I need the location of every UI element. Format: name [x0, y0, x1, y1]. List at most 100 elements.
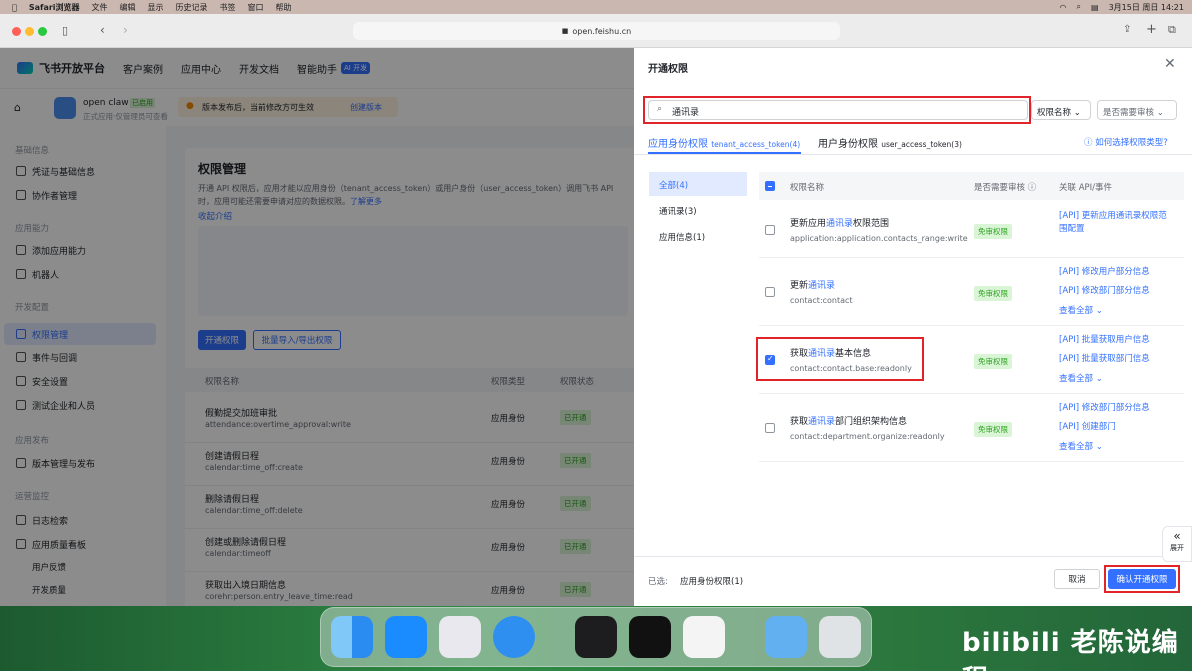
menu-history[interactable]: 历史记录 — [176, 2, 208, 13]
apple-icon[interactable]:  — [12, 3, 17, 12]
forward-icon[interactable]: › — [123, 23, 128, 37]
share-icon[interactable]: ⇪ — [1123, 24, 1131, 35]
title-pre: 获取 — [790, 417, 809, 427]
finder-icon[interactable] — [331, 616, 373, 658]
api-link[interactable]: [API] 创建部门 — [1059, 421, 1174, 434]
chevron-down-icon: ⌄ — [1095, 306, 1103, 316]
no-review-badge: 免审权限 — [974, 422, 1012, 437]
watermark: bilibili 老陈说编程 — [962, 622, 1192, 671]
title-keyword: 通讯录 — [808, 417, 836, 427]
title-keyword: 通讯录 — [826, 219, 854, 229]
filter-review-select[interactable]: 是否需要审核 ⌄ — [1097, 100, 1177, 120]
view-all-label: 查看全部 — [1059, 442, 1094, 452]
quicktime-icon[interactable] — [575, 616, 617, 658]
tab-user[interactable]: 用户身份权限 user_access_token(3) — [818, 135, 962, 150]
terminal-icon[interactable] — [629, 616, 671, 658]
row-checkbox[interactable] — [765, 423, 775, 433]
row-title: 获取通讯录部门组织架构信息 — [790, 416, 965, 429]
expand-panel-button[interactable]: « 展开 — [1162, 526, 1192, 562]
back-icon[interactable]: ‹ — [100, 23, 105, 37]
col-review: 是否需要审核 ⓘ — [974, 181, 1036, 193]
safari-icon[interactable] — [493, 616, 535, 658]
modal-mask[interactable] — [0, 48, 634, 606]
no-review-badge: 免审权限 — [974, 224, 1012, 239]
lock-icon: ■ — [561, 27, 569, 35]
tab-overview-icon[interactable]: ⧉ — [1168, 23, 1176, 37]
close-window-button[interactable] — [12, 27, 21, 36]
tab-tenant[interactable]: 应用身份权限 tenant_access_token(4) — [648, 135, 800, 150]
bilibili-logo-icon: bilibili — [962, 628, 1071, 658]
tab-tenant-label: 应用身份权限 — [648, 139, 708, 150]
col-api: 关联 API/事件 — [1059, 183, 1113, 193]
row-checkbox[interactable] — [765, 225, 775, 235]
title-keyword: 通讯录 — [808, 281, 836, 291]
api-link[interactable]: [API] 批量获取用户信息 — [1059, 334, 1174, 347]
new-tab-icon[interactable]: + — [1146, 22, 1157, 37]
api-link[interactable]: [API] 修改部门部分信息 — [1059, 402, 1174, 415]
close-icon[interactable]: ✕ — [1164, 56, 1176, 72]
search-icon[interactable]: ⌕ — [1077, 2, 1081, 12]
menu-view[interactable]: 显示 — [148, 2, 164, 13]
trash-icon[interactable] — [819, 616, 861, 658]
title-post: 部门组织架构信息 — [835, 417, 908, 427]
help-link[interactable]: ⓘ 如何选择权限类型? — [1084, 136, 1168, 148]
highlight-confirm — [1104, 565, 1180, 593]
app-store-icon[interactable] — [385, 616, 427, 658]
downloads-folder-icon[interactable] — [765, 616, 807, 658]
api-link[interactable]: [API] 修改部门部分信息 — [1059, 285, 1174, 298]
view-all-label: 查看全部 — [1059, 374, 1094, 384]
sidebar-toggle-icon[interactable]: ▯ — [62, 24, 68, 37]
api-link[interactable]: [API] 更新应用通讯录权限范围配置 — [1059, 210, 1174, 236]
menu-help[interactable]: 帮助 — [276, 2, 292, 13]
question-icon: ⓘ — [1027, 183, 1037, 193]
tab-divider — [634, 154, 1192, 155]
filter-name-select[interactable]: 权限名称 ⌄ — [1031, 100, 1091, 120]
view-all-link[interactable]: 查看全部 ⌄ — [1059, 304, 1103, 316]
col-review-label: 是否需要审核 — [974, 183, 1026, 193]
menu-file[interactable]: 文件 — [92, 2, 108, 13]
api-link[interactable]: [API] 批量获取部门信息 — [1059, 353, 1174, 366]
selected-value[interactable]: 应用身份权限(1) — [680, 575, 743, 587]
permission-row[interactable]: 更新通讯录 contact:contact 免审权限 [API] 修改用户部分信息 [A… — [759, 258, 1184, 326]
row-scope: contact:contact — [790, 296, 853, 305]
filter-review-label: 是否需要审核 — [1103, 108, 1155, 118]
view-all-link[interactable]: 查看全部 ⌄ — [1059, 372, 1103, 384]
row-title: 更新通讯录 — [790, 280, 965, 293]
permission-row[interactable]: 获取通讯录部门组织架构信息 contact:department.organize… — [759, 394, 1184, 462]
selected-label: 已选: — [648, 577, 668, 587]
row-checkbox[interactable] — [765, 287, 775, 297]
chevron-down-icon: ⌄ — [1095, 374, 1103, 384]
api-link[interactable]: [API] 修改用户部分信息 — [1059, 266, 1174, 279]
category-all[interactable]: 全部(4) — [649, 172, 747, 196]
highlight-selected-row — [756, 337, 924, 381]
title-pre: 更新 — [790, 281, 809, 291]
launchpad-icon[interactable] — [439, 616, 481, 658]
cancel-button[interactable]: 取消 — [1054, 569, 1100, 589]
menubar-clock[interactable]: 3月15日 周日 14:21 — [1109, 2, 1184, 13]
permission-row[interactable]: 更新应用通讯录权限范围 application:application.conta… — [759, 202, 1184, 258]
menu-window[interactable]: 窗口 — [248, 2, 264, 13]
view-all-label: 查看全部 — [1059, 306, 1094, 316]
view-all-link[interactable]: 查看全部 ⌄ — [1059, 440, 1103, 452]
textedit-icon[interactable] — [683, 616, 725, 658]
category-app-info[interactable]: 应用信息(1) — [649, 224, 747, 248]
address-bar[interactable]: ■ open.feishu.cn — [353, 22, 840, 40]
menu-app[interactable]: Safari浏览器 — [29, 2, 80, 13]
select-all-checkbox[interactable] — [765, 181, 775, 191]
tab-user-sub: user_access_token(3) — [881, 140, 962, 149]
url-text: open.feishu.cn — [572, 26, 632, 36]
control-center-icon[interactable]: ▤ — [1091, 3, 1099, 12]
expand-label: 展开 — [1170, 544, 1184, 552]
drawer-title: 开通权限 — [648, 64, 688, 75]
zoom-window-button[interactable] — [38, 27, 47, 36]
row-scope: application:application.contacts_range:w… — [790, 234, 968, 243]
macos-dock — [320, 607, 872, 667]
macos-menubar:  Safari浏览器 文件 编辑 显示 历史记录 书签 窗口 帮助 ◠ ⌕ ▤… — [0, 0, 1192, 14]
minimize-window-button[interactable] — [25, 27, 34, 36]
menu-bookmarks[interactable]: 书签 — [220, 2, 236, 13]
menu-edit[interactable]: 编辑 — [120, 2, 136, 13]
wifi-icon[interactable]: ◠ — [1060, 3, 1067, 12]
no-review-badge: 免审权限 — [974, 286, 1012, 301]
category-contacts[interactable]: 通讯录(3) — [649, 198, 747, 222]
web-page: 飞书开放平台 客户案例 应用中心 开发文档 智能助手 AI 开发 ⌂ open … — [0, 48, 1192, 606]
